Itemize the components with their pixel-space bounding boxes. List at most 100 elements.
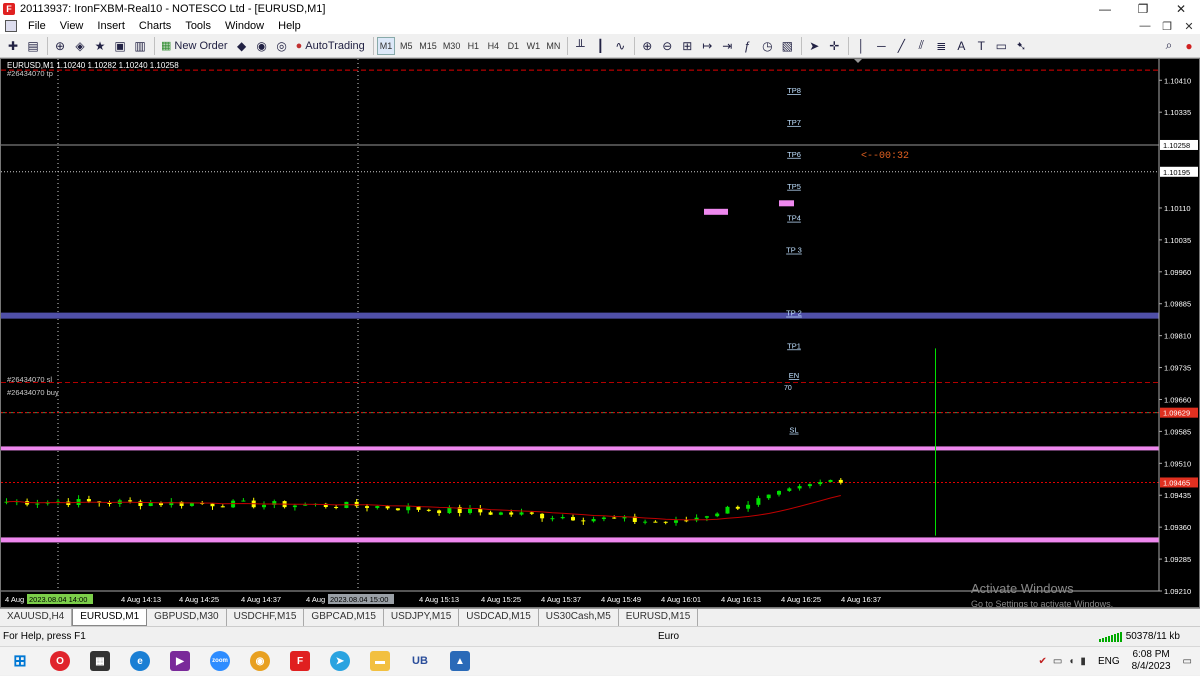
tab-eurusd-m15[interactable]: EURUSD,M15 xyxy=(619,609,699,626)
timeframe-d1[interactable]: D1 xyxy=(504,37,522,55)
new-chart-icon[interactable]: ✚ xyxy=(4,37,22,55)
candle-body xyxy=(128,500,133,502)
connection-status[interactable]: 50378/11 kb xyxy=(1098,631,1180,642)
tester-icon[interactable]: ▥ xyxy=(131,37,149,55)
tab-gbpcad-m15[interactable]: GBPCAD,M15 xyxy=(304,609,384,626)
tab-us30cash-m5[interactable]: US30Cash,M5 xyxy=(539,609,619,626)
minimize-button[interactable]: — xyxy=(1086,0,1124,18)
language-indicator[interactable]: ENG xyxy=(1098,656,1120,667)
timeframe-m1[interactable]: M1 xyxy=(376,36,396,55)
data-window-icon[interactable]: ◈ xyxy=(71,37,89,55)
line-chart-icon[interactable]: ∿ xyxy=(611,37,629,55)
network-icon[interactable]: ▭ xyxy=(1053,656,1062,667)
indicators-icon[interactable]: ƒ xyxy=(738,37,756,55)
start-button[interactable]: ⊞ xyxy=(0,647,40,676)
community-icon[interactable]: ◉ xyxy=(253,37,271,55)
chart-window[interactable]: TP8 TP7 TP6 TP5 TP4 TP 3 TP 2 TP1 EN SL 70 1.10410… xyxy=(0,58,1200,608)
notifications-icon[interactable]: ● xyxy=(1180,37,1198,55)
taskbar-telegram[interactable]: ➤ xyxy=(320,647,360,676)
tab-gbpusd-m30[interactable]: GBPUSD,M30 xyxy=(147,609,227,626)
timeframe-m15[interactable]: M15 xyxy=(417,37,439,55)
tp-level-label: SL xyxy=(789,426,798,435)
candlestick-icon[interactable]: ┃ xyxy=(591,37,609,55)
menu-file[interactable]: File xyxy=(21,20,53,32)
text-icon[interactable]: A xyxy=(952,37,970,55)
terminal-icon[interactable]: ▣ xyxy=(111,37,129,55)
clock[interactable]: 6:08 PM 8/4/2023 xyxy=(1132,649,1171,673)
tab-xauusd-h4[interactable]: XAUUSD,H4 xyxy=(0,609,73,626)
taskbar-explorer[interactable]: ▬ xyxy=(360,647,400,676)
horizontal-line-icon[interactable]: ─ xyxy=(872,37,890,55)
text-label-icon[interactable]: T xyxy=(972,37,990,55)
document-icon[interactable] xyxy=(5,20,17,32)
arrows-icon[interactable]: ➷ xyxy=(1012,37,1030,55)
taskbar-chrome[interactable]: ◉ xyxy=(240,647,280,676)
new-order-button[interactable]: ▦ New Order xyxy=(158,37,231,55)
cursor-icon[interactable]: ➤ xyxy=(805,37,823,55)
autoscroll-icon[interactable]: ↦ xyxy=(698,37,716,55)
candle-body xyxy=(375,506,380,508)
taskbar-photos[interactable]: ▲ xyxy=(440,647,480,676)
menu-help[interactable]: Help xyxy=(271,20,308,32)
price-chart[interactable]: TP8 TP7 TP6 TP5 TP4 TP 3 TP 2 TP1 EN SL 70 1.10410… xyxy=(1,59,1199,607)
close-button[interactable]: ✕ xyxy=(1162,0,1200,18)
battery-icon[interactable]: ▮ xyxy=(1080,656,1086,667)
zoom-out-icon[interactable]: ⊖ xyxy=(658,37,676,55)
search-icon[interactable]: ⌕ xyxy=(1160,37,1178,55)
chrome-icon: ◉ xyxy=(250,651,270,671)
label-icon[interactable]: ▭ xyxy=(992,37,1010,55)
antivirus-icon[interactable]: ✔ xyxy=(1039,656,1047,667)
timeframe-m5[interactable]: M5 xyxy=(397,37,415,55)
menu-tools[interactable]: Tools xyxy=(178,20,218,32)
timeframe-w1[interactable]: W1 xyxy=(524,37,542,55)
channel-icon[interactable]: ⫽ xyxy=(912,37,930,55)
tab-usdchf-m15[interactable]: USDCHF,M15 xyxy=(227,609,305,626)
candle-body xyxy=(529,512,534,514)
bar-chart-icon[interactable]: ╨ xyxy=(571,37,589,55)
child-close-button[interactable]: ✕ xyxy=(1178,20,1200,33)
navigator-icon[interactable]: ★ xyxy=(91,37,109,55)
timeframe-h1[interactable]: H1 xyxy=(464,37,482,55)
timeframe-m30[interactable]: M30 xyxy=(441,37,463,55)
menu-insert[interactable]: Insert xyxy=(90,20,132,32)
candle-body xyxy=(643,521,648,523)
taskbar-opera[interactable]: O xyxy=(40,647,80,676)
templates-icon[interactable]: ▧ xyxy=(778,37,796,55)
menu-window[interactable]: Window xyxy=(218,20,271,32)
child-restore-button[interactable]: ❐ xyxy=(1156,20,1178,33)
taskbar-media[interactable]: ▶ xyxy=(160,647,200,676)
zoom-in-icon[interactable]: ⊕ xyxy=(638,37,656,55)
fibonacci-icon[interactable]: ≣ xyxy=(932,37,950,55)
restore-button[interactable]: ❐ xyxy=(1124,0,1162,18)
trendline-icon[interactable]: ╱ xyxy=(892,37,910,55)
chart-shift-icon[interactable]: ⇥ xyxy=(718,37,736,55)
tile-windows-icon[interactable]: ⊞ xyxy=(678,37,696,55)
signals-icon[interactable]: ◎ xyxy=(273,37,291,55)
periods-icon[interactable]: ◷ xyxy=(758,37,776,55)
taskbar-edge[interactable]: e xyxy=(120,647,160,676)
vertical-line-icon[interactable]: │ xyxy=(852,37,870,55)
taskbar-app-ub[interactable]: UB xyxy=(400,647,440,676)
child-minimize-button[interactable]: — xyxy=(1134,20,1156,33)
tab-eurusd-m1[interactable]: EURUSD,M1 xyxy=(72,609,148,626)
tab-usdcad-m15[interactable]: USDCAD,M15 xyxy=(459,609,539,626)
tp-level-label: EN xyxy=(789,371,799,380)
candle-body xyxy=(262,504,266,508)
taskbar-store[interactable]: ▦ xyxy=(80,647,120,676)
candle-body xyxy=(292,505,297,508)
menu-view[interactable]: View xyxy=(53,20,91,32)
timeframe-mn[interactable]: MN xyxy=(544,37,562,55)
tab-usdjpy-m15[interactable]: USDJPY,M15 xyxy=(384,609,460,626)
notification-center-icon[interactable]: ▭ xyxy=(1183,656,1192,667)
taskbar-zoom[interactable]: zoom xyxy=(200,647,240,676)
market-watch-icon[interactable]: ⊕ xyxy=(51,37,69,55)
taskbar-fx-terminal[interactable]: F xyxy=(280,647,320,676)
volume-icon[interactable]: ◖ xyxy=(1068,656,1074,667)
candle-body xyxy=(725,506,730,514)
autotrading-button[interactable]: ● AutoTrading xyxy=(293,37,368,55)
timeframe-h4[interactable]: H4 xyxy=(484,37,502,55)
profiles-icon[interactable]: ▤ xyxy=(24,37,42,55)
crosshair-icon[interactable]: ✛ xyxy=(825,37,843,55)
metaeditor-icon[interactable]: ◆ xyxy=(233,37,251,55)
menu-charts[interactable]: Charts xyxy=(132,20,178,32)
